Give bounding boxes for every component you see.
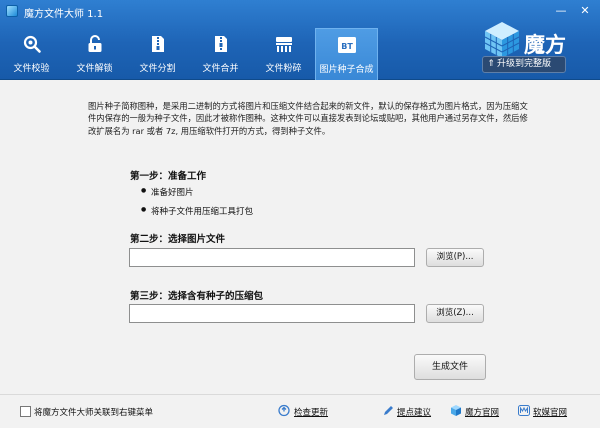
step1-item: 准备好图片 [141, 186, 193, 198]
tab-label: 文件校验 [13, 64, 50, 74]
tab-image-seed[interactable]: BT 图片种子合成 [315, 28, 378, 80]
generate-button[interactable]: 生成文件 [414, 354, 486, 380]
zip-split-icon [151, 36, 164, 52]
browse-image-button[interactable]: 浏览(P)... [426, 248, 484, 267]
tab-label: 文件分割 [139, 64, 176, 74]
pencil-icon [384, 406, 393, 415]
tab-label: 图片种子合成 [319, 65, 374, 75]
step1-item: 将种子文件用压缩工具打包 [141, 205, 253, 217]
feature-tabs: 文件校验 文件解锁 文件分割 文件合并 文件粉碎 BT 图片种子合成 [0, 28, 378, 80]
title-bar[interactable]: 魔方文件大师 1.1 — ✕ [0, 0, 600, 22]
cube-logo-icon [451, 405, 461, 416]
company-site-link[interactable]: 软媒官网 [533, 406, 567, 418]
tab-file-split[interactable]: 文件分割 [126, 28, 189, 80]
check-update-link[interactable]: 检查更新 [294, 406, 328, 418]
image-file-input[interactable] [129, 248, 415, 267]
brand-logo: 魔方 [482, 20, 594, 60]
cube-logo-icon [484, 22, 520, 58]
window-controls: — ✕ [550, 3, 596, 19]
zip-merge-icon [214, 36, 227, 52]
ruanmei-logo-icon [518, 405, 530, 416]
tab-file-shred[interactable]: 文件粉碎 [252, 28, 315, 80]
shredder-icon [275, 37, 292, 52]
update-icon [278, 404, 290, 417]
step1-title: 第一步：准备工作 [130, 171, 207, 182]
tab-file-verify[interactable]: 文件校验 [0, 28, 63, 80]
intro-text: 图片种子简称图种，是采用二进制的方式将图片和压缩文件结合起来的新文件，默认的保存… [88, 101, 528, 136]
context-menu-checkbox-label[interactable]: 将魔方文件大师关联到右键菜单 [34, 406, 153, 418]
archive-file-input[interactable] [129, 304, 415, 323]
brand-name: 魔方 [524, 33, 566, 57]
upgrade-label: 升级到完整版 [497, 59, 552, 69]
footer-divider [0, 394, 600, 395]
tab-label: 文件合并 [202, 64, 239, 74]
official-site-link[interactable]: 魔方官网 [465, 406, 499, 418]
app-icon [6, 5, 18, 17]
browse-archive-button[interactable]: 浏览(Z)... [426, 304, 484, 323]
step3-title: 第三步：选择含有种子的压缩包 [130, 291, 264, 302]
upgrade-button[interactable]: ⇑ 升级到完整版 [482, 56, 566, 73]
tab-label: 文件粉碎 [265, 64, 302, 74]
minimize-button[interactable]: — [550, 3, 572, 19]
double-up-arrow-icon: ⇑ [487, 59, 495, 69]
feedback-link[interactable]: 提点建议 [397, 406, 431, 418]
toolbar-band: 魔方文件大师 1.1 — ✕ 文件校验 文件解锁 文件分割 文件合并 文件粉碎 … [0, 0, 600, 80]
tab-label: 文件解锁 [76, 64, 113, 74]
unlock-icon [88, 35, 101, 52]
tab-file-merge[interactable]: 文件合并 [189, 28, 252, 80]
magnifier-icon [23, 35, 41, 53]
context-menu-checkbox[interactable] [20, 406, 31, 417]
window-title: 魔方文件大师 1.1 [24, 9, 104, 20]
close-button[interactable]: ✕ [574, 3, 596, 19]
step2-title: 第二步：选择图片文件 [130, 234, 226, 245]
bt-icon: BT [337, 37, 356, 53]
bt-badge-text: BT [341, 42, 353, 51]
tab-file-unlock[interactable]: 文件解锁 [63, 28, 126, 80]
